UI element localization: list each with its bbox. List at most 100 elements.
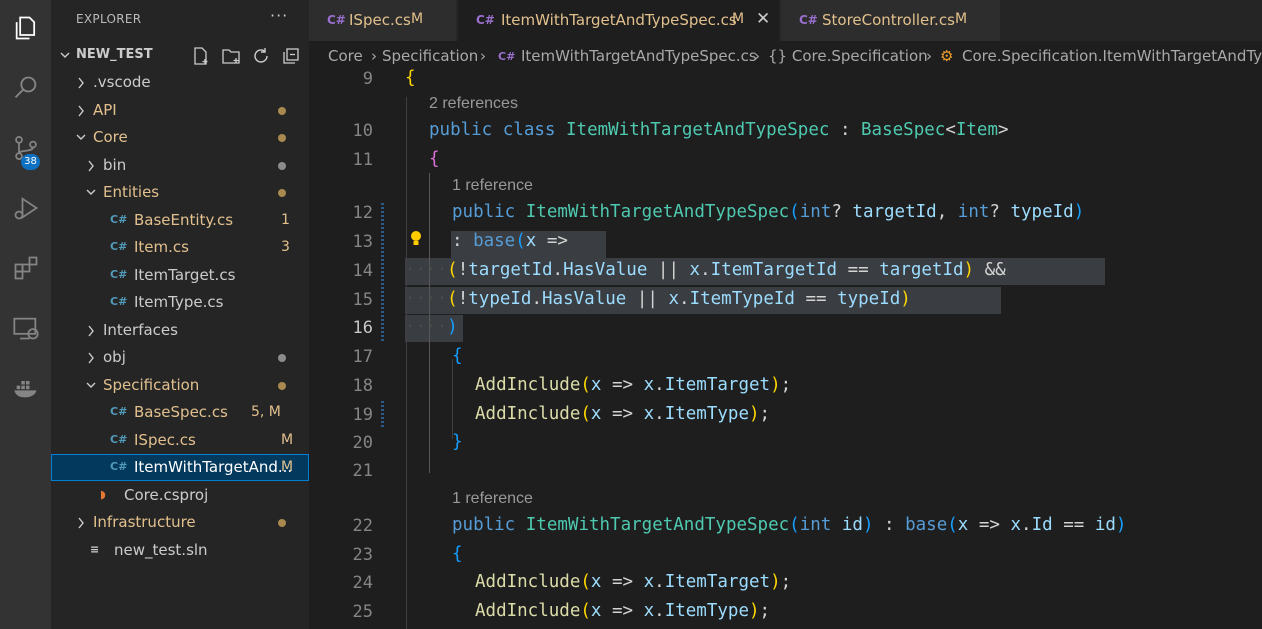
prop: ItemType: [664, 404, 749, 424]
tree-item[interactable]: ◗ Core.csproj: [51, 482, 309, 509]
tree-item[interactable]: bin: [51, 152, 309, 179]
code-line-9: {: [405, 69, 416, 88]
tree-item[interactable]: C# ItemWithTargetAnd... M: [51, 454, 309, 481]
code-editor[interactable]: 9 10 11 12 13 14 15 16 17 18 19 20 21 22…: [309, 69, 1262, 629]
brace: {: [429, 149, 440, 169]
close-icon[interactable]: ✕: [756, 9, 770, 29]
breadcrumb-namespace[interactable]: {} Core.Specification: [768, 47, 928, 65]
paren: ): [770, 572, 781, 592]
extensions-icon[interactable]: [0, 244, 51, 292]
punct: .: [531, 289, 543, 309]
remote-explorer-icon[interactable]: [0, 304, 51, 352]
kw: int: [799, 515, 832, 535]
paren: ): [749, 601, 760, 621]
tree-item[interactable]: Entities: [51, 179, 309, 206]
search-icon[interactable]: [0, 64, 51, 112]
code-line-17: {: [452, 346, 463, 366]
punct: =>: [601, 404, 644, 424]
explorer-icon[interactable]: [0, 4, 51, 52]
param: x: [590, 572, 602, 592]
codelens-references[interactable]: 2 references: [429, 95, 518, 113]
breadcrumb-file[interactable]: ItemWithTargetAndTypeSpec.cs: [521, 47, 757, 65]
refresh-icon[interactable]: [251, 46, 271, 66]
tab-label: ISpec.cs: [349, 11, 411, 29]
punct: ||: [626, 289, 669, 309]
new-file-icon[interactable]: [191, 46, 211, 66]
tree-item[interactable]: C# BaseSpec.cs 5, M: [51, 399, 309, 426]
tree-item[interactable]: C# ItemType.cs: [51, 289, 309, 316]
punct: .: [654, 375, 665, 395]
kw: base: [905, 515, 948, 535]
punct: ==: [1052, 515, 1095, 535]
workspace-folder-name: NEW_TEST: [76, 47, 153, 62]
code-line-18: AddInclude(x => x.ItemTarget);: [475, 375, 791, 395]
tree-item[interactable]: ≡ new_test.sln: [51, 537, 309, 564]
param: x: [590, 404, 602, 424]
paren: (: [447, 289, 458, 309]
run-debug-icon[interactable]: [0, 184, 51, 232]
punct: .: [654, 572, 665, 592]
punct: >: [998, 120, 1009, 140]
line-number: 23: [352, 545, 373, 565]
param: x: [643, 572, 655, 592]
punct: :: [873, 515, 906, 535]
paren: (: [580, 572, 591, 592]
explorer-header: EXPLORER ···: [51, 0, 309, 38]
codelens-references[interactable]: 1 reference: [452, 490, 533, 508]
param: targetId: [468, 260, 553, 280]
tree-item[interactable]: API: [51, 97, 309, 124]
tab-label: StoreController.cs: [822, 11, 955, 29]
code-line-23: {: [452, 544, 463, 564]
punct: .: [700, 260, 711, 280]
kw: base: [473, 231, 516, 251]
tree-item[interactable]: C# BaseEntity.cs 1: [51, 207, 309, 234]
workspace-folder-header[interactable]: NEW_TEST: [51, 42, 309, 68]
tree-item[interactable]: Infrastructure: [51, 509, 309, 536]
line-number: 20: [352, 433, 373, 453]
csharp-file-icon: C#: [110, 460, 128, 473]
more-actions-button[interactable]: ···: [270, 6, 288, 25]
punct: =>: [536, 231, 579, 251]
tab-item-with-target-and-type-spec[interactable]: C# ItemWithTargetAndTypeSpec.cs M ✕: [458, 0, 780, 41]
param: x: [525, 231, 537, 251]
tree-item[interactable]: .vscode: [51, 69, 309, 96]
tree-item[interactable]: C# ItemTarget.cs: [51, 262, 309, 289]
status-dot: [278, 134, 286, 142]
tree-item[interactable]: Specification: [51, 372, 309, 399]
paren: (: [447, 260, 458, 280]
prop: ItemType: [664, 601, 749, 621]
param: x: [590, 601, 602, 621]
csharp-file-icon: C#: [110, 433, 128, 446]
diff-modified-marker[interactable]: [381, 399, 384, 427]
paren: ): [1073, 202, 1085, 222]
tree-item-label: API: [93, 101, 117, 119]
tree-item[interactable]: C# Item.cs 3: [51, 234, 309, 261]
breadcrumb-specification[interactable]: Specification: [382, 47, 478, 65]
collapse-all-icon[interactable]: [281, 46, 301, 66]
tree-item[interactable]: Core: [51, 124, 309, 151]
breadcrumb-class[interactable]: Core.Specification.ItemWithTargetAndType…: [962, 47, 1262, 65]
chevron-right-icon: ›: [926, 47, 932, 65]
tab-status: M: [732, 11, 745, 27]
docker-icon[interactable]: [0, 364, 51, 412]
line-number: 18: [352, 376, 373, 396]
tree-item[interactable]: C# ISpec.cs M: [51, 427, 309, 454]
codelens-references[interactable]: 1 reference: [452, 177, 533, 195]
tree-item-label: Infrastructure: [93, 513, 196, 531]
status-dot: [278, 107, 286, 115]
diff-modified-marker[interactable]: [381, 201, 384, 341]
prop: ItemTypeId: [689, 289, 795, 309]
breadcrumb-core[interactable]: Core: [328, 47, 363, 65]
tab-label: ItemWithTargetAndTypeSpec.cs: [501, 11, 737, 29]
param: targetId: [852, 202, 937, 222]
tab-store-controller[interactable]: C# StoreController.cs M: [781, 0, 1001, 41]
punct: =>: [601, 601, 644, 621]
lightbulb-icon[interactable]: [407, 229, 425, 249]
source-control-icon[interactable]: 38: [0, 124, 51, 172]
tree-item[interactable]: Interfaces: [51, 317, 309, 344]
whitespace: ····: [405, 260, 448, 280]
param: id: [1094, 515, 1116, 535]
tab-ispec[interactable]: C# ISpec.cs M: [309, 0, 457, 41]
tree-item[interactable]: obj: [51, 344, 309, 371]
new-folder-icon[interactable]: [221, 46, 241, 66]
